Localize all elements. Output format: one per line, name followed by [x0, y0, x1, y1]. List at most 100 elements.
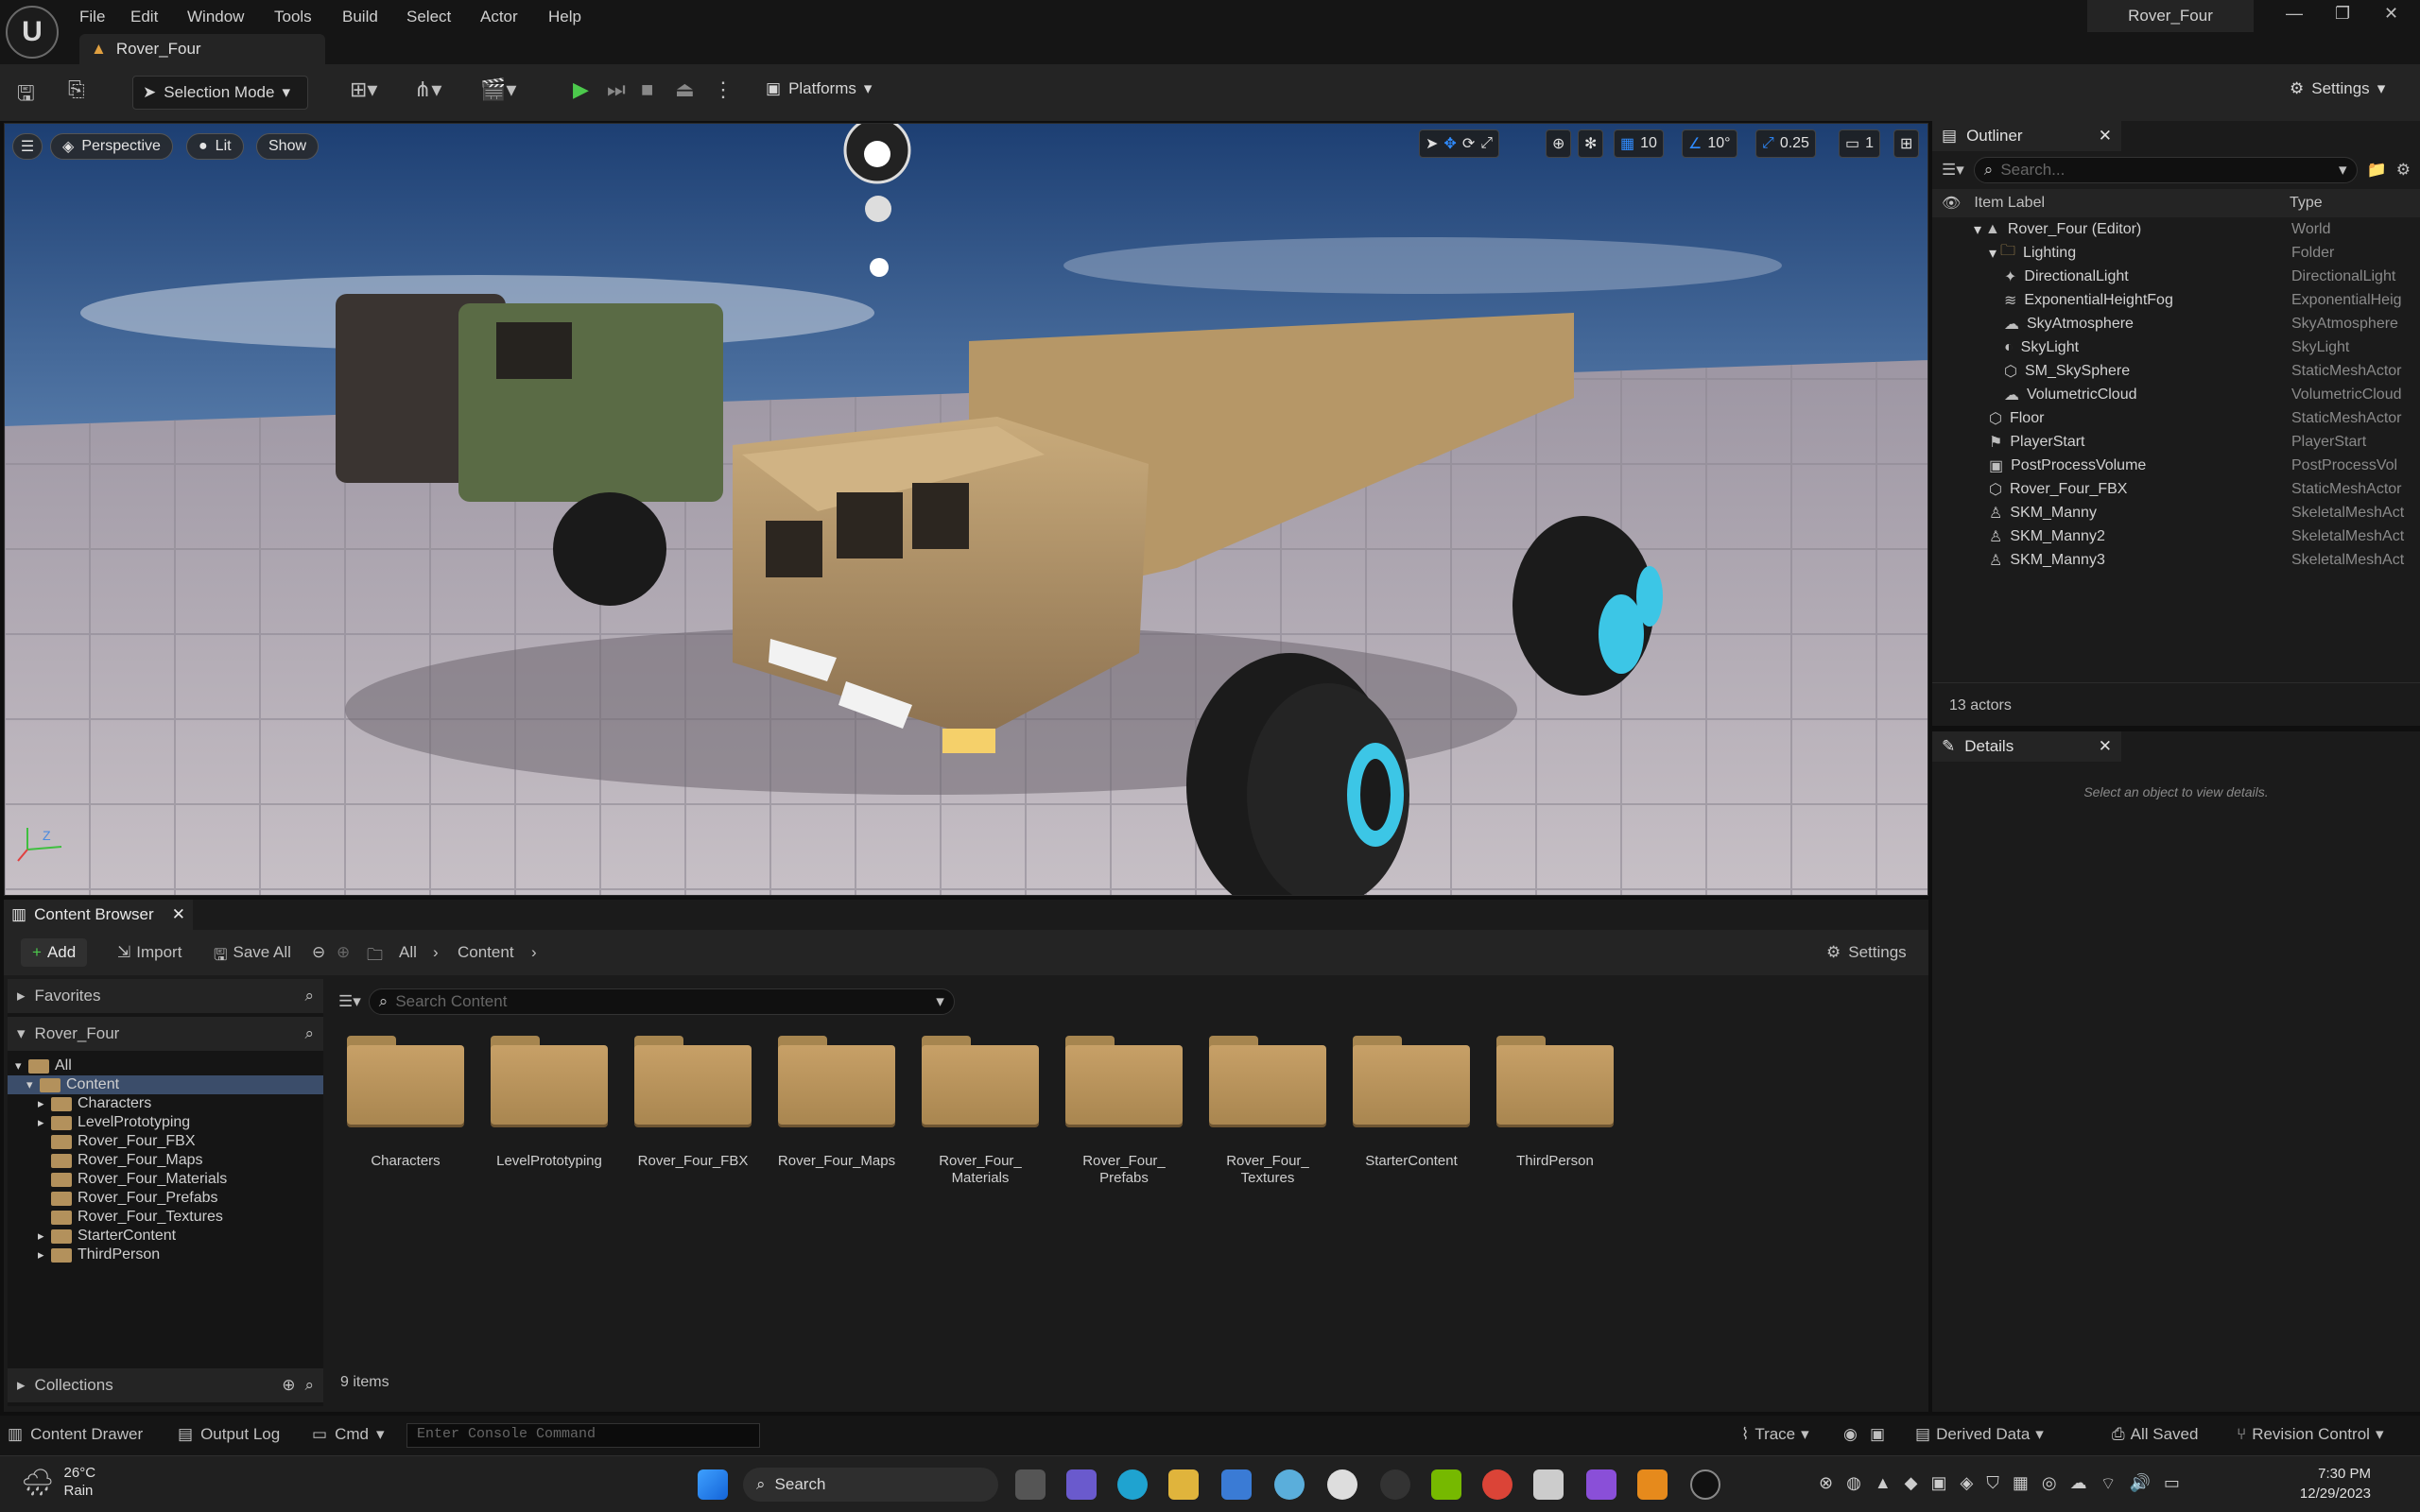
outliner-row[interactable]: ⚑ PlayerStart PlayerStart	[1932, 430, 2420, 454]
asset-folder-tile[interactable]: Characters	[335, 1036, 476, 1170]
camera-speed-control[interactable]: ▭ 1	[1839, 129, 1881, 158]
tray-app-icon[interactable]: ◈	[1961, 1473, 1974, 1495]
item-label-header[interactable]: Item Label	[1974, 195, 2045, 212]
task-view-icon[interactable]	[1015, 1469, 1046, 1500]
asset-folder-tile[interactable]: StarterContent	[1340, 1036, 1482, 1170]
content-settings-button[interactable]: ⚙ Settings	[1826, 943, 1907, 962]
rotate-tool-icon[interactable]: ⟳	[1462, 134, 1475, 153]
stop-icon[interactable]: ■	[641, 77, 653, 102]
add-button[interactable]: + Add	[21, 938, 88, 967]
outliner-row[interactable]: ☁ SkyAtmosphere SkyAtmosphere	[1932, 312, 2420, 335]
tray-app-icon[interactable]: ◆	[1905, 1473, 1918, 1495]
folder-tree-item[interactable]: Rover_Four_Prefabs	[8, 1189, 323, 1208]
revision-control-dropdown[interactable]: ⑂ Revision Control ▾	[2237, 1425, 2383, 1444]
level-tab[interactable]: ▲ Rover_Four	[79, 34, 325, 64]
folder-tree-item[interactable]: Rover_Four_Textures	[8, 1208, 323, 1227]
chevron-down-icon[interactable]: ▾	[26, 1077, 40, 1092]
chevron-right-icon[interactable]: ▸	[38, 1228, 51, 1244]
viewport-layout-button[interactable]: ⊞	[1893, 129, 1920, 158]
menu-select[interactable]: Select	[406, 8, 451, 26]
tray-app-icon[interactable]: ◎	[2042, 1473, 2057, 1495]
asset-folder-tile[interactable]: Rover_Four_ Materials	[909, 1036, 1051, 1187]
favorites-header[interactable]: ▸ Favorites ⌕	[8, 979, 323, 1013]
volume-icon[interactable]: 🔊	[2130, 1473, 2151, 1495]
outliner-row[interactable]: ♙ SKM_Manny SkeletalMeshAct	[1932, 501, 2420, 524]
outliner-row[interactable]: ▣ PostProcessVolume PostProcessVol	[1932, 454, 2420, 477]
content-search-input[interactable]: ⌕ Search Content ▾	[368, 988, 955, 1015]
chevron-down-icon[interactable]: ▾	[15, 1058, 28, 1074]
asset-folder-tile[interactable]: LevelPrototyping	[478, 1036, 620, 1170]
console-input[interactable]: Enter Console Command	[406, 1423, 760, 1448]
battery-icon[interactable]: ▭	[2164, 1473, 2180, 1495]
folder-tree-item[interactable]: ▾ All	[8, 1057, 323, 1075]
sublime-icon[interactable]	[1637, 1469, 1668, 1500]
close-tab-icon[interactable]: ✕	[172, 905, 185, 924]
menu-edit[interactable]: Edit	[130, 8, 158, 26]
close-tab-icon[interactable]: ✕	[2099, 737, 2112, 756]
platforms-dropdown[interactable]: ▣ Platforms ▾	[766, 79, 872, 98]
all-saved-button[interactable]: ⎙ All Saved	[2112, 1425, 2198, 1444]
menu-window[interactable]: Window	[187, 8, 244, 26]
blueprint-icon[interactable]: ⋔▾	[414, 77, 441, 102]
asset-folder-tile[interactable]: ThirdPerson	[1484, 1036, 1626, 1170]
save-icon[interactable]: 🖫	[17, 77, 35, 113]
filter-icon[interactable]: ☰▾	[1942, 161, 1964, 180]
select-tool-icon[interactable]: ➤	[1426, 134, 1438, 153]
outliner-row[interactable]: ♙ SKM_Manny2 SkeletalMeshAct	[1932, 524, 2420, 548]
menu-actor[interactable]: Actor	[480, 8, 518, 26]
steam-icon[interactable]	[1380, 1469, 1410, 1500]
more-options-icon[interactable]: ⋮	[713, 77, 734, 102]
cinematics-icon[interactable]: 🎬▾	[480, 77, 516, 102]
outliner-search-input[interactable]: ⌕ Search... ▾	[1973, 157, 2358, 183]
outliner-row[interactable]: ⬡ Floor StaticMeshActor	[1932, 406, 2420, 430]
browser-icon[interactable]	[1274, 1469, 1305, 1500]
screenshot-icon[interactable]: ▣	[1870, 1425, 1885, 1444]
clock[interactable]: 7:30 PM 12/29/2023	[2288, 1464, 2371, 1503]
nvidia-icon[interactable]	[1431, 1469, 1461, 1500]
eject-icon[interactable]: ⏏	[675, 77, 695, 102]
folder-tree-item[interactable]: ▸ StarterContent	[8, 1227, 323, 1246]
outliner-row[interactable]: ☁ VolumetricCloud VolumetricCloud	[1932, 383, 2420, 406]
chrome-icon[interactable]	[1482, 1469, 1512, 1500]
folder-tree-item[interactable]: Rover_Four_Maps	[8, 1151, 323, 1170]
content-browser-tab[interactable]: ▥ Content Browser ✕	[4, 900, 193, 930]
lit-button[interactable]: ● Lit	[186, 133, 244, 160]
chevron-right-icon[interactable]: ▸	[38, 1115, 51, 1130]
add-collection-icon[interactable]: ⊕	[282, 1376, 295, 1395]
selection-mode-dropdown[interactable]: ➤ Selection Mode ▾	[132, 76, 308, 110]
outliner-row[interactable]: ⬡ SM_SkySphere StaticMeshActor	[1932, 359, 2420, 383]
settings-dropdown[interactable]: ⚙ Settings ▾	[2290, 79, 2385, 98]
outliner-row[interactable]: ▾ 🗀 Lighting Folder	[1932, 241, 2420, 265]
type-header[interactable]: Type	[2290, 195, 2323, 212]
outliner-row[interactable]: ✦ DirectionalLight DirectionalLight	[1932, 265, 2420, 288]
level-viewport[interactable]: Z ☰ ◈ Perspective ● Lit Show ➤ ✥ ⟳ ⤢ ⊕ ✻…	[4, 123, 1928, 896]
perspective-button[interactable]: ◈ Perspective	[50, 133, 173, 160]
breadcrumb-content[interactable]: Content	[458, 943, 514, 962]
folder-tree-item[interactable]: ▾ Content	[8, 1075, 323, 1094]
viewport-menu-button[interactable]: ☰	[12, 133, 43, 160]
search-icon[interactable]: ⌕	[304, 1376, 314, 1395]
gear-icon[interactable]: ⚙	[2396, 161, 2411, 180]
surface-snap-toggle[interactable]: ✻	[1578, 129, 1604, 158]
scale-tool-icon[interactable]: ⤢	[1480, 135, 1493, 152]
back-icon[interactable]: ⊖	[312, 943, 325, 962]
edge-icon[interactable]	[1117, 1469, 1148, 1500]
record-icon[interactable]: ◉	[1843, 1425, 1858, 1444]
folder-tree-item[interactable]: Rover_Four_Materials	[8, 1170, 323, 1189]
asset-folder-tile[interactable]: Rover_Four_ Textures	[1197, 1036, 1339, 1187]
store-icon[interactable]	[1221, 1469, 1252, 1500]
collections-header[interactable]: ▸ Collections ⊕ ⌕	[8, 1368, 323, 1402]
project-header[interactable]: ▾ Rover_Four ⌕	[8, 1017, 323, 1051]
chat-icon[interactable]	[1066, 1469, 1097, 1500]
chevron-down-icon[interactable]: ▾	[1989, 244, 1996, 263]
video-editor-icon[interactable]	[1586, 1469, 1616, 1500]
details-tab[interactable]: ✎ Details ✕	[1932, 731, 2121, 762]
alienware-icon[interactable]	[1327, 1469, 1357, 1500]
add-actor-icon[interactable]: ⊞▾	[350, 77, 377, 102]
import-button[interactable]: ⇲ Import	[117, 943, 182, 962]
asset-folder-tile[interactable]: Rover_Four_ Prefabs	[1053, 1036, 1195, 1187]
restore-icon[interactable]: ❐	[2335, 4, 2350, 24]
folder-tree-item[interactable]: Rover_Four_FBX	[8, 1132, 323, 1151]
tray-app-icon[interactable]: ▣	[1930, 1473, 1946, 1495]
chevron-right-icon[interactable]: ▸	[38, 1096, 51, 1111]
